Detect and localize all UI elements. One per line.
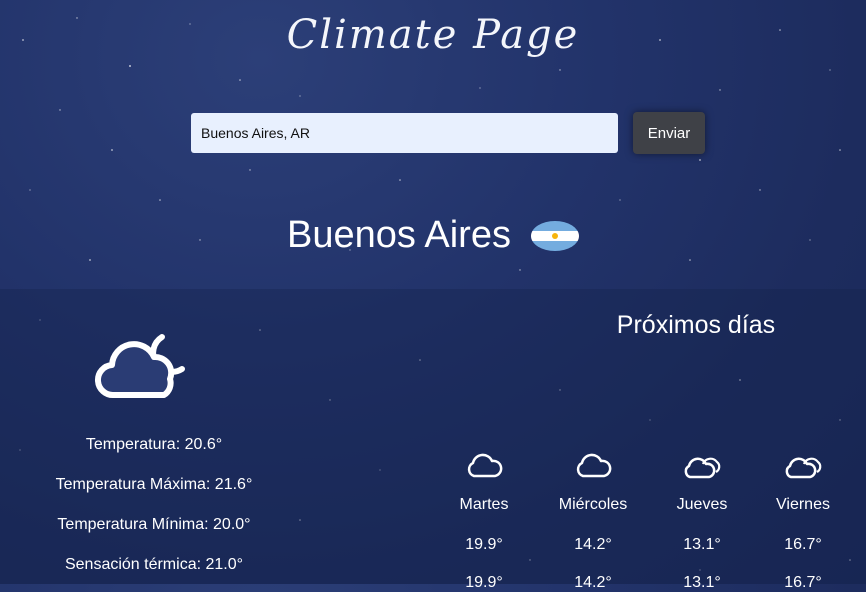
forecast-day-name: Martes bbox=[459, 496, 509, 513]
current-temperature: Temperatura: 20.6° bbox=[85, 436, 223, 453]
cloud-moon-icon bbox=[94, 334, 185, 399]
send-button[interactable]: Enviar bbox=[633, 112, 705, 154]
forecast-day-temp-secondary: 19.9° bbox=[465, 574, 503, 591]
search-bar: Enviar bbox=[191, 112, 705, 154]
forecast-title: Próximos días bbox=[616, 311, 776, 339]
forecast-day-temp-secondary: 14.2° bbox=[574, 574, 612, 591]
forecast-day-temp: 16.7° bbox=[784, 536, 822, 553]
cloud-icon bbox=[576, 453, 612, 478]
app-title: Climate Page bbox=[286, 12, 580, 58]
forecast-day: Martes 19.9° 19.9° bbox=[434, 452, 534, 591]
forecast-day-temp: 13.1° bbox=[683, 536, 721, 553]
forecast-day-name: Miércoles bbox=[558, 496, 628, 513]
city-name: Buenos Aires bbox=[287, 214, 511, 256]
forecast-day-name: Jueves bbox=[676, 496, 728, 513]
max-temperature: Temperatura Máxima: 21.6° bbox=[55, 476, 253, 493]
forecast-day-name: Viernes bbox=[776, 496, 830, 513]
city-search-input[interactable] bbox=[191, 113, 618, 153]
forecast-day-temp-secondary: 16.7° bbox=[784, 574, 822, 591]
min-temperature: Temperatura Mínima: 20.0° bbox=[57, 516, 251, 533]
city-header: Buenos Aires bbox=[0, 214, 866, 257]
forecast-day-temp: 14.2° bbox=[574, 536, 612, 553]
forecast-day-temp-secondary: 13.1° bbox=[683, 574, 721, 591]
forecast-day: Jueves 13.1° 13.1° bbox=[652, 452, 752, 591]
argentina-flag-icon bbox=[530, 220, 579, 251]
clouds-icon bbox=[785, 457, 822, 479]
forecast-day: Viernes 16.7° 16.7° bbox=[753, 452, 853, 591]
cloud-icon bbox=[467, 453, 503, 478]
feels-like-temperature: Sensación térmica: 21.0° bbox=[64, 556, 244, 573]
forecast-day: Miércoles 14.2° 14.2° bbox=[543, 452, 643, 591]
clouds-icon bbox=[684, 457, 721, 479]
forecast-day-temp: 19.9° bbox=[465, 536, 503, 553]
